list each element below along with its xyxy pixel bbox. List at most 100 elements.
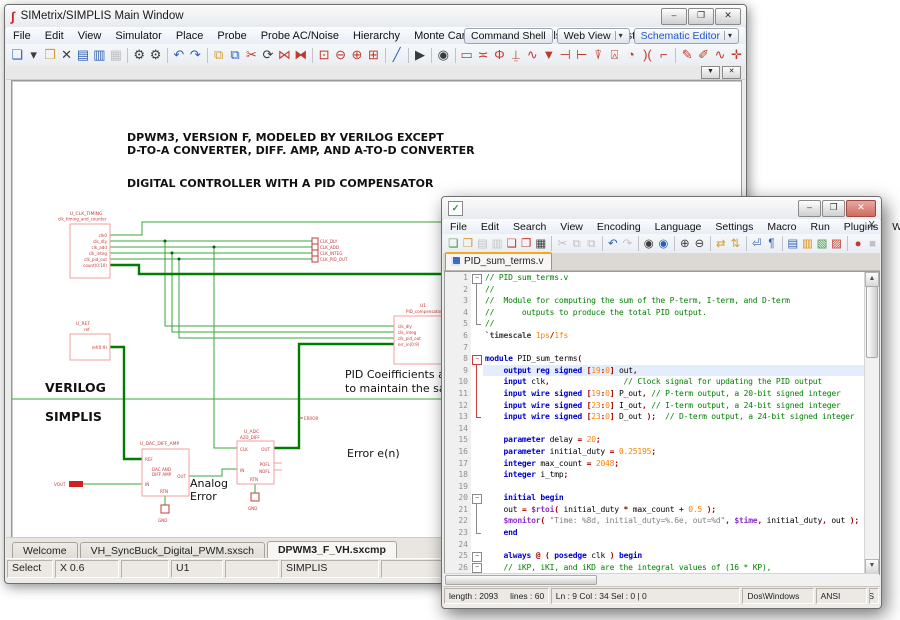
menu-hierarchy[interactable]: Hierarchy: [346, 28, 407, 44]
zoom-out-button[interactable]: ⊖: [332, 46, 348, 64]
gnd-symbol-1[interactable]: GND: [158, 505, 169, 523]
save-all-button[interactable]: ▥: [490, 236, 505, 252]
menu-file[interactable]: File: [443, 219, 474, 235]
menu-view[interactable]: View: [71, 28, 109, 44]
zoom-fit-button[interactable]: ⊡: [316, 46, 332, 64]
clock-source-button[interactable]: ◔: [623, 46, 639, 64]
diff-probe-button[interactable]: ✐: [695, 46, 711, 64]
horizontal-scroll-thumb[interactable]: [445, 575, 597, 585]
vertical-scrollbar[interactable]: ▲ ▼: [864, 272, 879, 574]
menu-probe[interactable]: Probe: [210, 28, 253, 44]
copy-window-button[interactable]: ⧉: [210, 46, 226, 64]
diode-button[interactable]: ▼: [541, 46, 557, 64]
menu-encoding[interactable]: Encoding: [590, 219, 648, 235]
vout-terminal[interactable]: VOUT: [54, 481, 83, 487]
close-all-button[interactable]: ❐: [519, 236, 534, 252]
menu-edit[interactable]: Edit: [474, 219, 506, 235]
menu-dvm[interactable]: DVM: [568, 28, 606, 44]
ground-button[interactable]: ⍊: [508, 46, 524, 64]
fold-margin[interactable]: [471, 481, 483, 493]
fold-margin[interactable]: [471, 388, 483, 400]
fold-margin[interactable]: [471, 458, 483, 470]
cut-button[interactable]: ✂: [555, 236, 570, 252]
menu-help[interactable]: Help: [701, 28, 738, 44]
resistor-button[interactable]: ▭: [458, 46, 474, 64]
horizontal-scrollbar[interactable]: [444, 573, 879, 586]
waveform-button[interactable]: ∿: [712, 46, 728, 64]
minimize-button[interactable]: –: [661, 8, 687, 25]
macro-record-button[interactable]: ●: [851, 236, 866, 252]
gate-low-button[interactable]: ⊣: [557, 46, 573, 64]
save-session-button[interactable]: ⇅: [728, 236, 743, 252]
simetrix-titlebar[interactable]: ∫ SIMetrix/SIMPLIS Main Window – ❐ ✕: [5, 5, 746, 28]
fold-margin[interactable]: [471, 284, 483, 296]
source-button[interactable]: Φ: [491, 46, 507, 64]
zoom-out-button[interactable]: ⊖: [692, 236, 707, 252]
menu-settings[interactable]: Settings: [708, 219, 760, 235]
npp-minimize-button[interactable]: –: [798, 200, 821, 217]
npp-doc-close-button[interactable]: X: [868, 220, 875, 231]
fold-margin[interactable]: [471, 318, 483, 330]
fold-margin[interactable]: [471, 434, 483, 446]
maximize-button[interactable]: ❐: [688, 8, 714, 25]
fold-margin[interactable]: −: [471, 550, 483, 562]
save-button[interactable]: ▤: [75, 46, 91, 64]
menu-run[interactable]: Run: [804, 219, 837, 235]
zoom-in-button[interactable]: ⊕: [349, 46, 365, 64]
adc-block[interactable]: U_ADC A2D_DIFF CLK IN OUT POFL NOFL RTN: [237, 429, 282, 484]
clk-terminals[interactable]: CLK_DLY CLK_ADD CLK_INTEG CLK_PID_OUT: [312, 238, 348, 262]
code-editor[interactable]: 1−// PID_sum_terms.v2//3// Module for co…: [444, 271, 880, 575]
fold-margin[interactable]: [471, 539, 483, 551]
menu-edit[interactable]: Edit: [38, 28, 71, 44]
fold-margin[interactable]: −: [471, 353, 483, 365]
fold-margin[interactable]: −: [471, 272, 483, 284]
menu-probe-ac-noise[interactable]: Probe AC/Noise: [254, 28, 346, 44]
fold-margin[interactable]: [471, 504, 483, 516]
flip-button[interactable]: ⧓: [293, 46, 309, 64]
close-doc-button[interactable]: ❏: [504, 236, 519, 252]
coupling-button[interactable]: )(: [639, 46, 655, 64]
fold-margin[interactable]: [471, 330, 483, 342]
gate-high-button[interactable]: ⊢: [573, 46, 589, 64]
replace-button[interactable]: ◉: [656, 236, 671, 252]
new-schematic-button[interactable]: ❏: [9, 46, 25, 64]
menu-search[interactable]: Search: [506, 219, 553, 235]
sine-source-button[interactable]: ∿: [524, 46, 540, 64]
pin-button[interactable]: ⌐: [656, 46, 672, 64]
menu-tools[interactable]: Tools: [529, 28, 569, 44]
menu-plugins[interactable]: Plugins: [837, 219, 885, 235]
macro-stop-button[interactable]: ■: [865, 236, 880, 252]
scroll-up-icon[interactable]: ▲: [865, 272, 879, 287]
rotate-button[interactable]: ⟳: [260, 46, 276, 64]
zoom-area-button[interactable]: ⊞: [365, 46, 381, 64]
run-script-button[interactable]: ▨: [829, 236, 844, 252]
notepad-titlebar[interactable]: ✓ – ❐ ✕: [442, 197, 881, 220]
redo-button[interactable]: ↷: [187, 46, 203, 64]
find-button[interactable]: ◉: [435, 46, 451, 64]
open-file-button[interactable]: ❒: [461, 236, 476, 252]
find-button[interactable]: ◉: [642, 236, 657, 252]
menu-window[interactable]: Window: [885, 219, 900, 235]
fold-margin[interactable]: [471, 295, 483, 307]
copy-button[interactable]: ⧉: [569, 236, 584, 252]
ref-block[interactable]: U_REF ref ref(0:9): [70, 321, 110, 360]
gnd-symbol-2[interactable]: GND: [248, 493, 259, 511]
zener-button[interactable]: ⍒: [590, 46, 606, 64]
fold-margin[interactable]: −: [471, 492, 483, 504]
mirror-button[interactable]: ⋈: [276, 46, 292, 64]
menu-systemdesigner[interactable]: SystemDesigner: [607, 28, 702, 44]
menu-place[interactable]: Place: [169, 28, 211, 44]
fold-margin[interactable]: [471, 400, 483, 412]
menu-language[interactable]: Language: [648, 219, 709, 235]
fold-margin[interactable]: [471, 469, 483, 481]
doc-switcher-button[interactable]: ▧: [815, 236, 830, 252]
print-button[interactable]: ▦: [108, 46, 124, 64]
new-dropdown-button[interactable]: ▾: [25, 46, 41, 64]
menu-macro[interactable]: Macro: [760, 219, 803, 235]
zoom-in-button[interactable]: ⊕: [678, 236, 693, 252]
dac-diff-amp-block[interactable]: U_DAC_DIFF_AMP REF DAC AND DIFF AMP IN O…: [140, 441, 189, 496]
doc-tab-welcome[interactable]: Welcome: [12, 542, 78, 559]
undo-button[interactable]: ↶: [606, 236, 621, 252]
cut-button[interactable]: ✂: [243, 46, 259, 64]
menu-simulator[interactable]: Simulator: [108, 28, 168, 44]
